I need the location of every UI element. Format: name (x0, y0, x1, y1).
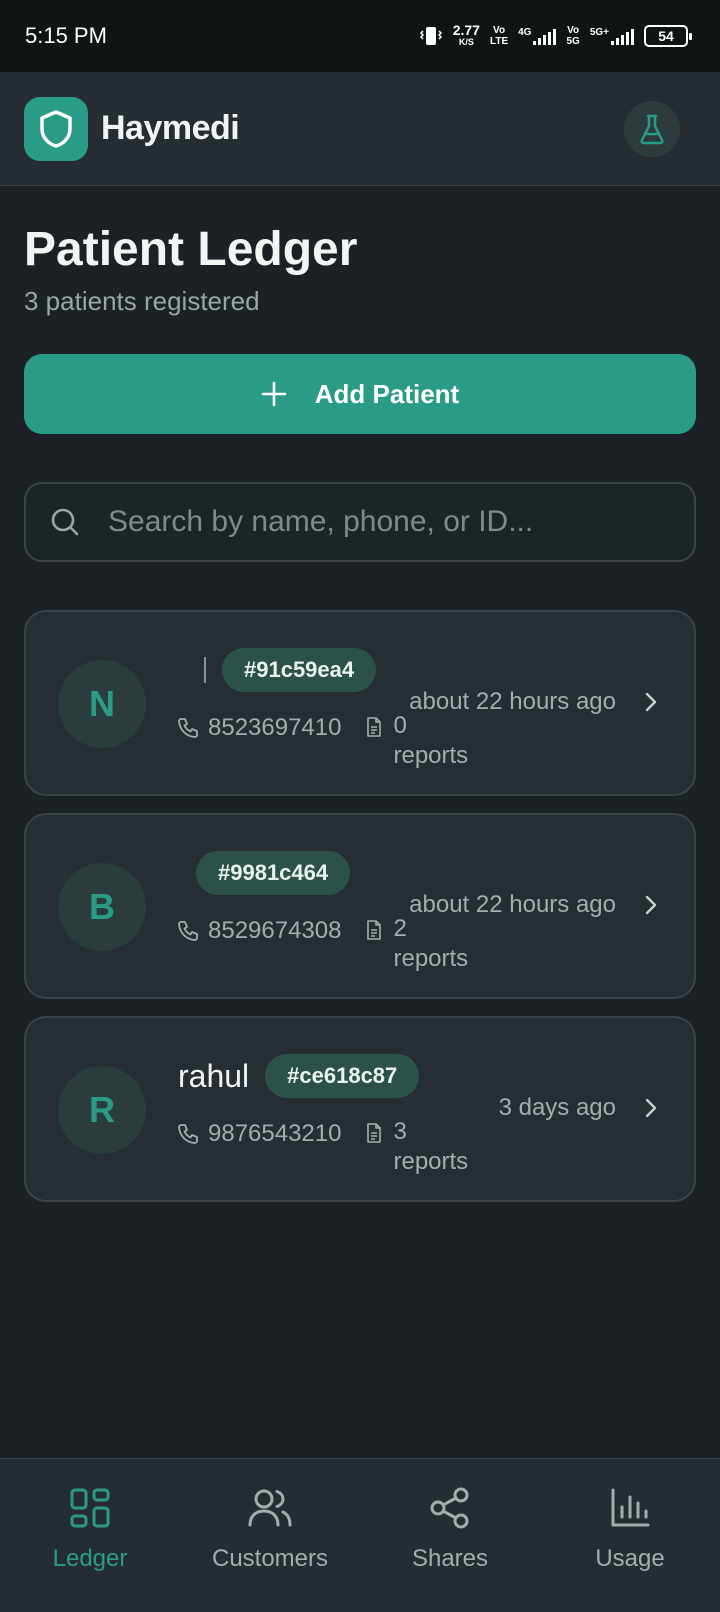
signal-5g: 5G+ (590, 27, 634, 45)
avatar: B (58, 863, 146, 951)
share-icon (430, 1487, 469, 1529)
lab-button[interactable] (624, 100, 680, 157)
patient-name: rahul (178, 1057, 250, 1094)
add-patient-label: Add Patient (314, 378, 460, 409)
patient-id-badge: #9981c464 (196, 851, 351, 895)
vo5g-indicator: Vo 5G (566, 25, 580, 47)
patient-id-badge: #ce618c87 (265, 1054, 420, 1098)
flask-icon (640, 114, 664, 144)
patient-count: 3 patients registered (24, 286, 260, 316)
patient-meta: 8529674308 2 reports (176, 915, 468, 975)
document-icon (367, 717, 382, 737)
phone-icon (178, 718, 198, 738)
patient-card[interactable]: B #9981c464 8529674308 2 reports about 2… (24, 813, 696, 999)
signal-4g: 4G (518, 27, 557, 45)
search-bar (24, 482, 696, 562)
patient-reports: 2 reports (365, 915, 468, 975)
app-name: Haymedi (101, 109, 240, 147)
patient-name-row: rahul #ce618c87 (178, 1054, 420, 1098)
patient-reports: 3 reports (365, 1118, 468, 1178)
patient-meta: 8523697410 0 reports (176, 712, 468, 772)
chevron-right-icon (645, 692, 657, 712)
document-icon (367, 920, 382, 940)
app-header: Haymedi (0, 72, 720, 186)
nav-item-usage[interactable]: Usage (540, 1459, 720, 1612)
volte-indicator: Vo LTE (489, 25, 509, 47)
patient-updated: 3 days ago (498, 1094, 616, 1121)
patient-card[interactable]: R rahul #ce618c87 9876543210 3 reports 3… (24, 1016, 696, 1202)
vibrate-icon (419, 27, 442, 45)
bar-chart-icon (611, 1488, 650, 1527)
status-icons: 2.77 K/S Vo LTE 4G Vo 5G 5G+ 54 (419, 22, 692, 48)
patient-phone: 8523697410 (176, 712, 341, 744)
patient-name-row: #91c59ea4 (204, 648, 377, 692)
patient-meta: 9876543210 3 reports (176, 1118, 468, 1178)
status-bar: 5:15 PM 2.77 K/S Vo LTE 4G Vo 5G 5G+ 54 (0, 0, 720, 72)
chevron-right-icon (645, 895, 657, 915)
empty-name-marker (204, 657, 206, 683)
patient-phone: 9876543210 (176, 1118, 341, 1150)
brand: Haymedi (24, 96, 240, 161)
plus-icon (261, 381, 287, 407)
nav-item-shares[interactable]: Shares (360, 1459, 540, 1612)
patient-reports: 0 reports (365, 712, 468, 772)
bottom-nav: Ledger Customers Shares Usage (0, 1458, 720, 1612)
chevron-right-icon (645, 1098, 657, 1118)
users-icon (248, 1489, 292, 1527)
search-input[interactable] (108, 505, 694, 539)
document-icon (367, 1123, 382, 1143)
net-speed: 2.77 K/S (452, 22, 480, 47)
nav-item-ledger[interactable]: Ledger (0, 1459, 180, 1612)
signal-bars-icon (611, 27, 634, 45)
nav-item-customers[interactable]: Customers (180, 1459, 360, 1612)
page-title: Patient Ledger (24, 223, 358, 276)
status-time: 5:15 PM (25, 23, 107, 48)
avatar: N (58, 660, 146, 748)
avatar: R (58, 1066, 146, 1154)
patient-phone: 8529674308 (176, 915, 341, 947)
add-patient-button[interactable]: Add Patient (24, 354, 696, 434)
shield-icon (24, 96, 88, 161)
phone-icon (178, 921, 198, 941)
search-icon (51, 508, 79, 536)
patient-name-row: #9981c464 (196, 851, 351, 895)
patient-updated: about 22 hours ago (409, 891, 616, 918)
patient-card[interactable]: N #91c59ea4 8523697410 0 reports about 2… (24, 610, 696, 796)
signal-bars-icon (533, 27, 557, 45)
patient-updated: about 22 hours ago (409, 688, 616, 715)
battery-icon: 54 (644, 25, 692, 47)
grid-icon (70, 1488, 110, 1528)
phone-icon (178, 1124, 198, 1144)
patient-id-badge: #91c59ea4 (222, 648, 377, 692)
